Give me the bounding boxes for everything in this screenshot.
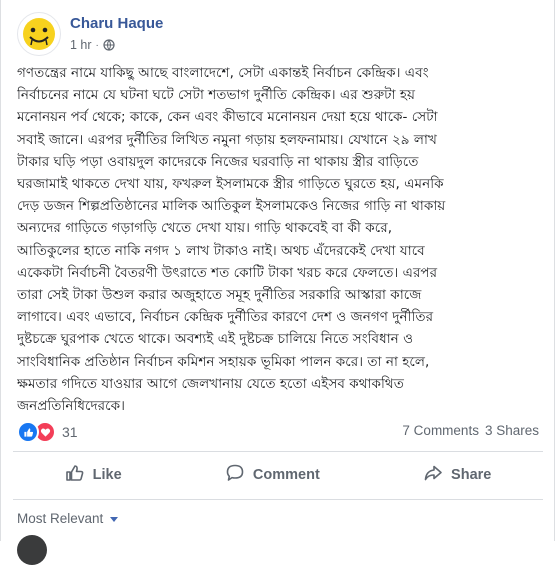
post-line: গণতন্ত্রের নামে যাকিছু আছে বাংলাদেশে, সে… — [17, 65, 429, 81]
comment-label: Comment — [252, 467, 320, 483]
post-body: গণতন্ত্রের নামে যাকিছু আছে বাংলাদেশে, সে… — [17, 62, 543, 417]
post-line: ক্ষমতার গদিতে যাওয়ার আগে জেলখানায় যেতে… — [17, 375, 404, 392]
share-label: Share — [451, 467, 492, 483]
reactions-summary[interactable]: 31 — [17, 421, 78, 443]
engagement-counts: 7 Comments 3 Shares — [402, 423, 539, 438]
thumbs-up-icon — [65, 463, 85, 487]
comment-button[interactable]: Comment — [215, 457, 330, 493]
post-line: আতিকুলের হাতে নাকি নগদ ১ লাখ টাকাও নাই। … — [17, 242, 425, 259]
post-line: নির্বাচনের নামে যে ঘটনা ঘটে সেটা শতভাগ দ… — [17, 87, 415, 104]
globe-icon — [103, 39, 115, 51]
share-arrow-icon — [423, 463, 443, 487]
post-line: মনোনয়ন পর্ব থেকে; কাকে, কেন এবং কীভাবে … — [17, 109, 438, 126]
smiley-avatar-icon[interactable] — [17, 12, 61, 56]
like-reaction-icon — [17, 421, 39, 443]
post-timestamp[interactable]: 1 hr — [70, 38, 92, 52]
shares-count-link[interactable]: 3 Shares — [485, 423, 539, 438]
divider — [13, 451, 543, 452]
like-label: Like — [92, 467, 122, 483]
meta-separator: · — [95, 39, 99, 51]
post-line: দেড় ডজন শিল্পপ্রতিষ্ঠানের মালিক আতিকুল … — [17, 198, 446, 215]
commenter-avatar — [17, 535, 47, 565]
post-header: Charu Haque 1 hr · — [17, 10, 537, 58]
post-line: টাকার ঘড়ি পড়া ওবায়দুল কাদেরকে নিজের ঘ… — [17, 153, 419, 170]
author-name[interactable]: Charu Haque — [70, 15, 163, 32]
reaction-count: 31 — [62, 424, 78, 440]
like-button[interactable]: Like — [55, 457, 132, 493]
post-line: সবাই জানে। এরপর দুর্নীতির লিখিত নমুনা গড… — [17, 131, 437, 148]
chevron-down-icon — [110, 517, 119, 522]
post-line: জনপ্রতিনিধিদেরকে। — [17, 398, 125, 415]
post-line: সাংবিধানিক প্রতিষ্ঠান নির্বাচন কমিশন সহা… — [17, 353, 430, 370]
post-line: অন্যদের গাড়িতে গড়াগড়ি খেতে দেখা যায়।… — [17, 220, 393, 237]
post-meta: 1 hr · — [70, 38, 115, 52]
post-line: লাগাবে। এবং এভাবে, নির্বাচন কেন্দ্রিক দু… — [17, 309, 434, 326]
post-actions: Like Comment Share — [13, 456, 543, 494]
post-line: ঘরজামাই থাকতে দেখা যায়, ফখরুল ইসলামকে স… — [17, 176, 444, 193]
post-stats: 31 7 Comments 3 Shares — [17, 420, 539, 444]
post-line: দুষ্টচক্রে ঘুরপাক খেতে থাকে। অবশ্যই এই দ… — [17, 331, 414, 348]
comments-sort-dropdown[interactable]: Most Relevant — [17, 511, 119, 526]
comments-sort-label: Most Relevant — [17, 511, 104, 526]
post-line: একেকটা নির্বাচনী বৈতরণী উৎরাতে শত কোটি ট… — [17, 264, 438, 281]
comments-count-link[interactable]: 7 Comments — [402, 423, 479, 438]
facebook-post: Charu Haque 1 hr · গণতন্ত্রের নামে যাকিছ… — [0, 0, 555, 565]
post-line: তারা সেই টাকা উশুল করার অজুহাতে সমূহ দুর… — [17, 287, 422, 304]
speech-bubble-icon — [225, 463, 245, 487]
share-button[interactable]: Share — [413, 457, 501, 493]
divider — [13, 499, 543, 500]
